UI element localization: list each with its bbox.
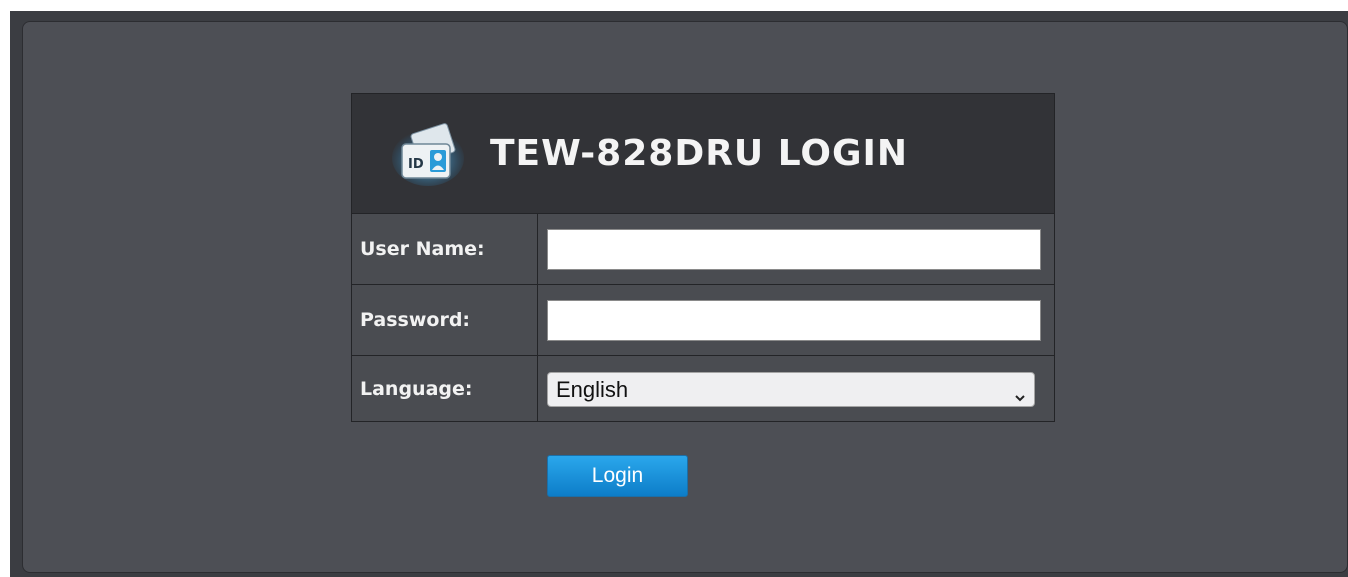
username-cell	[538, 214, 1054, 284]
username-input[interactable]	[547, 228, 1041, 270]
login-header: ID TEW-828DRU LOGIN	[352, 94, 1054, 214]
language-cell: English	[538, 356, 1054, 421]
page-frame: ID TEW-828DRU LOGIN User Name: Password:	[10, 11, 1348, 577]
language-label: Language:	[352, 356, 538, 421]
password-cell	[538, 285, 1054, 355]
chevron-down-icon	[1014, 384, 1026, 401]
login-title: TEW-828DRU LOGIN	[490, 133, 909, 174]
username-row: User Name:	[352, 214, 1054, 285]
login-panel: ID TEW-828DRU LOGIN User Name: Password:	[22, 21, 1348, 573]
language-selected-value: English	[556, 376, 629, 402]
language-row: Language: English	[352, 356, 1054, 421]
svg-text:ID: ID	[408, 157, 424, 172]
login-form: ID TEW-828DRU LOGIN User Name: Password:	[351, 93, 1055, 422]
password-row: Password:	[352, 285, 1054, 356]
login-button[interactable]: Login	[547, 455, 688, 497]
id-card-icon: ID	[392, 122, 464, 186]
password-input[interactable]	[547, 299, 1041, 341]
password-label: Password:	[352, 285, 538, 355]
language-select[interactable]: English	[547, 372, 1035, 407]
username-label: User Name:	[352, 214, 538, 284]
